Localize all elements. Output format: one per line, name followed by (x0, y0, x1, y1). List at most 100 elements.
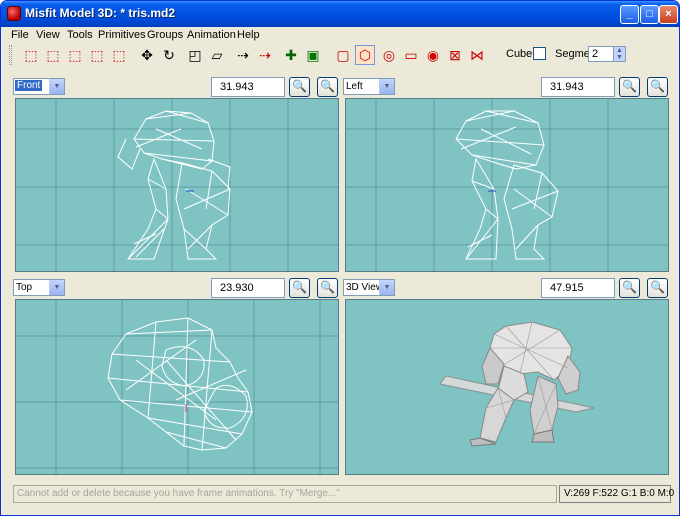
cube-checkbox[interactable] (533, 47, 546, 60)
move-tool-button[interactable]: ✥ (137, 45, 157, 65)
top-view-canvas (16, 300, 338, 474)
view-select-top[interactable]: Top ▼ (13, 279, 65, 296)
view-select-left[interactable]: Left ▼ (343, 78, 395, 95)
left-view-canvas (346, 99, 668, 271)
view-select-front[interactable]: Front ▼ (13, 78, 65, 95)
maximize-button[interactable]: □ (640, 5, 659, 24)
zoom-field-3d[interactable]: 47.915 (541, 278, 615, 298)
zoom-field-front[interactable]: 31.943 (211, 77, 285, 97)
select-face-icon: ⬚ (46, 46, 60, 63)
cylinder-tool-button[interactable]: ▭ (401, 45, 421, 65)
model-counts: V:269 F:522 G:1 B:0 M:0 (564, 488, 675, 499)
zoom-in-button[interactable]: 🔍 (619, 278, 640, 298)
cube-tool-button[interactable]: ⬡ (355, 45, 375, 65)
menu-primitives[interactable]: Primitives (98, 29, 146, 41)
viewport-front[interactable] (15, 98, 339, 272)
shear-icon: ▱ (211, 46, 223, 63)
view-select-3d[interactable]: 3D View ▼ (343, 279, 395, 296)
zoom-in-icon: 🔍 (622, 79, 637, 93)
scale-tool-button[interactable]: ◰ (185, 45, 205, 65)
rectangle-tool-button[interactable]: ▢ (333, 45, 353, 65)
viewport-header-left: Left ▼ 31.943 🔍 🔍 (343, 77, 669, 99)
viewport-3d[interactable] (345, 299, 669, 475)
menu-file[interactable]: File (11, 29, 29, 41)
joint-tool-button[interactable]: ⋈ (467, 45, 487, 65)
zoom-field-top[interactable]: 23.930 (211, 278, 285, 298)
segment-spinbox[interactable]: 2 ▲ ▼ (588, 46, 626, 62)
chevron-down-icon[interactable]: ▼ (379, 280, 394, 295)
menu-tools[interactable]: Tools (67, 29, 93, 41)
menu-animation[interactable]: Animation (187, 29, 236, 41)
title-bar[interactable]: Misfit Model 3D: * tris.md2 _ □ × (1, 1, 679, 27)
mesh-wireframe (455, 110, 559, 260)
zoom-in-icon: 🔍 (292, 280, 307, 294)
zoom-out-button[interactable]: 🔍 (647, 77, 668, 97)
scale-icon: ◰ (188, 46, 202, 63)
project-texture-tool-button[interactable]: ▣ (303, 45, 323, 65)
status-bar: Cannot add or delete because you have fr… (5, 481, 677, 507)
extrude-icon: ⇢ (237, 46, 249, 63)
shear-tool-button[interactable]: ▱ (207, 45, 227, 65)
polygon-icon: ⊠ (449, 46, 461, 63)
3d-view-canvas (439, 321, 595, 447)
menu-groups[interactable]: Groups (147, 29, 183, 41)
cylinder-icon: ▭ (404, 46, 418, 63)
select-vertex-tool-button[interactable]: ⬚ (21, 45, 41, 65)
viewport-top[interactable] (15, 299, 339, 475)
select-bone-icon: ⬚ (68, 46, 82, 63)
minimize-button[interactable]: _ (620, 5, 639, 24)
background-tool-button[interactable]: ⇢ (255, 45, 275, 65)
viewport-header-front: Front ▼ 31.943 🔍 🔍 (13, 77, 339, 99)
select-group-tool-button[interactable]: ⬚ (87, 45, 107, 65)
menu-help[interactable]: Help (237, 29, 260, 41)
view-select-value: 3D View (346, 282, 384, 293)
cube-label: Cube (506, 48, 533, 60)
viewport-left[interactable] (345, 98, 669, 272)
mesh-wireframe (117, 110, 231, 260)
chevron-down-icon[interactable]: ▼ (379, 79, 394, 94)
view-select-value: Top (16, 282, 33, 293)
zoom-in-button[interactable]: 🔍 (289, 278, 310, 298)
cube-icon: ⬡ (358, 46, 372, 63)
segment-value: 2 (592, 48, 599, 60)
chevron-down-icon[interactable]: ▼ (49, 280, 64, 295)
zoom-out-button[interactable]: 🔍 (317, 278, 338, 298)
joint-icon: ⋈ (470, 46, 484, 63)
close-button[interactable]: × (659, 5, 678, 24)
zoom-in-button[interactable]: 🔍 (289, 77, 310, 97)
zoom-out-icon: 🔍 (650, 79, 665, 93)
select-connected-tool-button[interactable]: ⬚ (109, 45, 129, 65)
menu-view[interactable]: View (36, 29, 60, 41)
view-select-value: Front (15, 80, 43, 91)
background-icon: ⇢ (259, 46, 271, 63)
polygon-tool-button[interactable]: ⊠ (445, 45, 465, 65)
viewport-header-top: Top ▼ 23.930 🔍 🔍 (13, 278, 339, 300)
select-face-tool-button[interactable]: ⬚ (43, 45, 63, 65)
zoom-out-button[interactable]: 🔍 (317, 77, 338, 97)
zoom-out-button[interactable]: 🔍 (647, 278, 668, 298)
chevron-down-icon[interactable]: ▼ (49, 79, 64, 94)
select-group-icon: ⬚ (90, 46, 104, 63)
status-counts-field: V:269 F:522 G:1 B:0 M:0 (559, 485, 675, 503)
spin-arrows-icon[interactable]: ▲ ▼ (613, 47, 625, 61)
mesh-wireframe (107, 317, 253, 451)
attract-tool-button[interactable]: ✚ (281, 45, 301, 65)
zoom-out-icon: 🔍 (320, 280, 335, 294)
front-view-canvas (16, 99, 338, 271)
toolbar-grip[interactable] (9, 45, 12, 65)
extrude-tool-button[interactable]: ⇢ (233, 45, 253, 65)
zoom-in-button[interactable]: 🔍 (619, 77, 640, 97)
zoom-in-icon: 🔍 (292, 79, 307, 93)
zoom-in-icon: 🔍 (622, 280, 637, 294)
menu-bar: File View Tools Primitives Groups Animat… (5, 27, 677, 43)
status-message-field: Cannot add or delete because you have fr… (13, 485, 557, 503)
toolbar: ⬚ ⬚ ⬚ ⬚ ⬚ ✥ ↻ ◰ ▱ ⇢ ⇢ ✚ ▣ ▢ ⬡ ◎ ▭ ◉ ⊠ ⋈ Cube Segment 2 ▲ ▼ (5, 43, 677, 67)
rotate-tool-button[interactable]: ↻ (159, 45, 179, 65)
torus-tool-button[interactable]: ◉ (423, 45, 443, 65)
torus-icon: ◉ (426, 46, 440, 63)
zoom-field-left[interactable]: 31.943 (541, 77, 615, 97)
select-connected-icon: ⬚ (112, 46, 126, 63)
ellipse-tool-button[interactable]: ◎ (379, 45, 399, 65)
viewport-header-3d: 3D View ▼ 47.915 🔍 🔍 (343, 278, 669, 300)
select-bone-tool-button[interactable]: ⬚ (65, 45, 85, 65)
